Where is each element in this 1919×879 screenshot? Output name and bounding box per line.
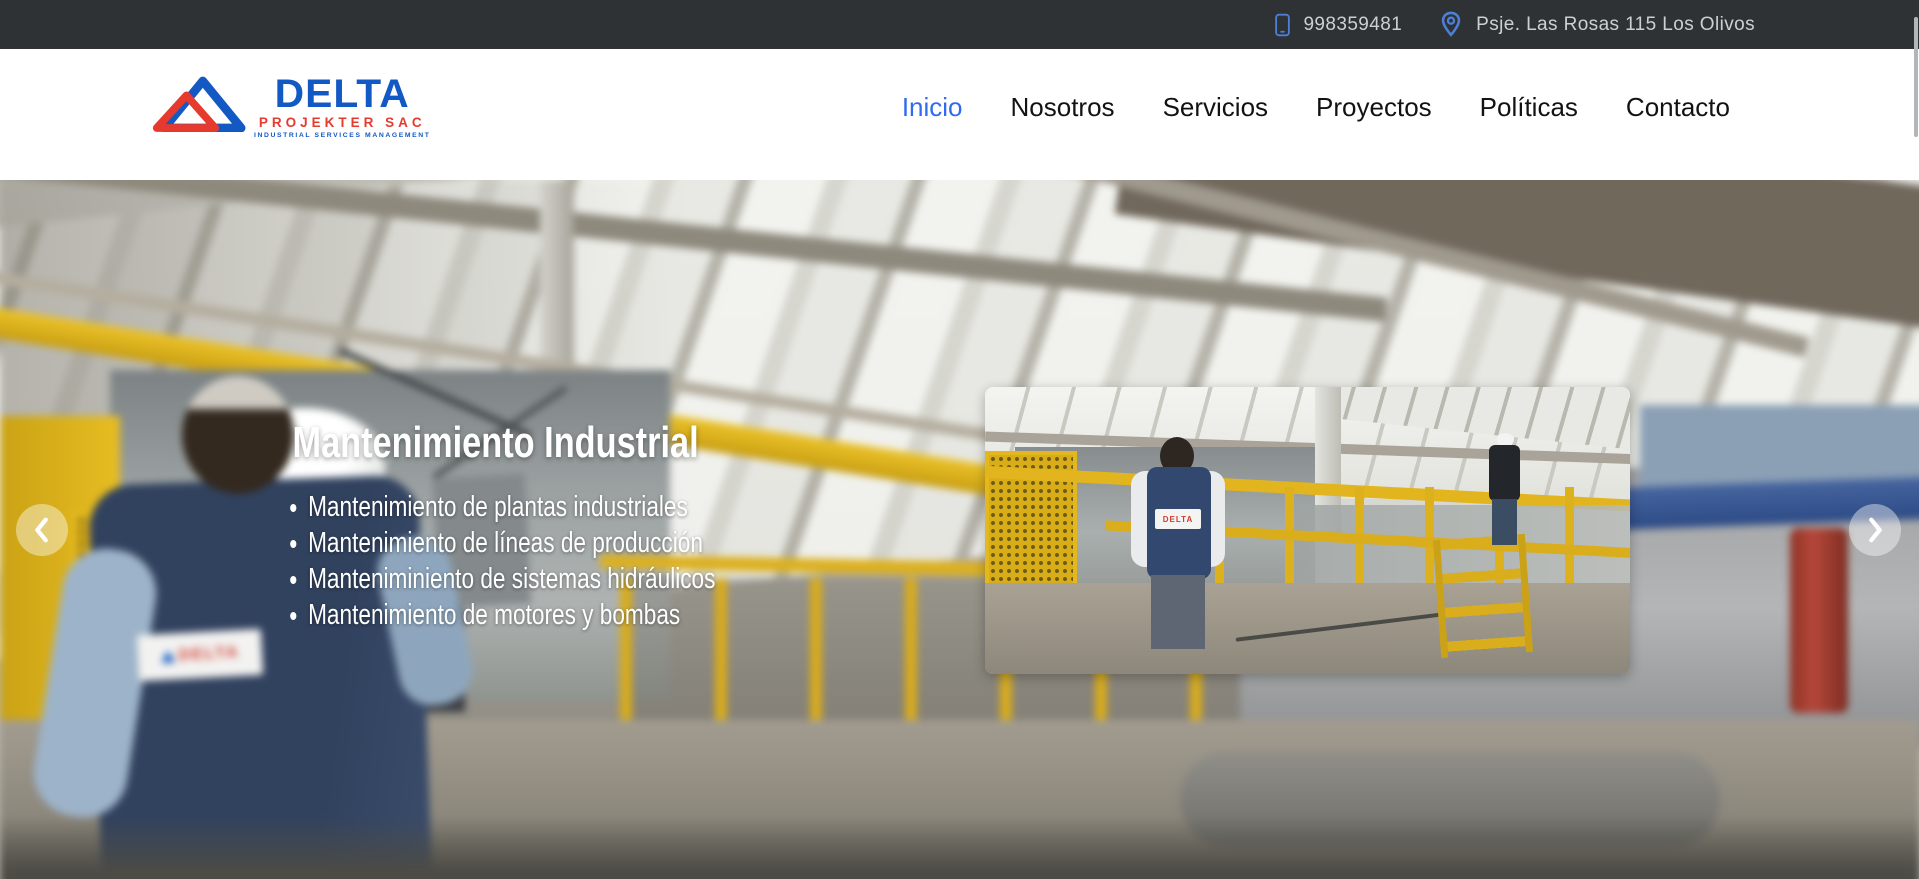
step-ladder	[1432, 533, 1534, 659]
logo-subtitle: PROJEKTER SAC	[258, 114, 426, 130]
inset-vest-delta-patch: DELTA	[1155, 509, 1201, 529]
nav-item-servicios[interactable]: Servicios	[1163, 92, 1268, 123]
nav-item-inicio[interactable]: Inicio	[902, 92, 963, 123]
logo[interactable]: DELTA PROJEKTER SAC INDUSTRIAL SERVICES …	[150, 72, 431, 139]
site-header: DELTA PROJEKTER SAC INDUSTRIAL SERVICES …	[0, 49, 1919, 180]
hero-bullet-list: Mantenimiento de plantas industrialesMan…	[280, 489, 982, 633]
nav-item-nosotros[interactable]: Nosotros	[1011, 92, 1115, 123]
phone-number: 998359481	[1303, 13, 1403, 35]
nav-item-proyectos[interactable]: Proyectos	[1316, 92, 1432, 123]
logo-tagline: INDUSTRIAL SERVICES MANAGEMENT	[254, 131, 431, 139]
hero-bullet-item: Mantenimiento de líneas de producción	[308, 525, 982, 561]
nav-item-contacto[interactable]: Contacto	[1626, 92, 1730, 123]
chevron-right-icon	[1869, 517, 1882, 543]
page-scrollbar[interactable]	[1914, 0, 1919, 879]
logo-name: DELTA	[274, 72, 410, 117]
topbar: 998359481 Psje. Las Rosas 115 Los Olivos	[0, 0, 1919, 49]
nav-item-politicas[interactable]: Políticas	[1480, 92, 1578, 123]
location-pin-icon	[1441, 11, 1461, 37]
address-contact[interactable]: Psje. Las Rosas 115 Los Olivos	[1438, 11, 1755, 39]
hero-bullet-item: Manteniminiento de sistemas hidráulicos	[308, 561, 982, 597]
logo-triangle-icon	[152, 76, 246, 133]
phone-icon	[1275, 13, 1291, 36]
hero-title: Mantenimiento Industrial	[292, 418, 699, 467]
hero-bullet-item: Mantenimiento de motores y bombas	[308, 597, 982, 633]
carousel-next-button[interactable]	[1849, 504, 1901, 556]
hero-slide-content: Mantenimiento Industrial Mantenimiento d…	[280, 418, 982, 633]
phone-contact[interactable]: 998359481	[1274, 12, 1402, 38]
hero-carousel: DELTA DELTA Mantenimiento Industrial • M…	[0, 180, 1919, 879]
main-nav: Inicio Nosotros Servicios Proyectos Polí…	[902, 92, 1730, 123]
address-text: Psje. Las Rosas 115 Los Olivos	[1476, 13, 1755, 35]
carousel-prev-button[interactable]	[16, 504, 68, 556]
vest-delta-patch: DELTA	[136, 628, 264, 682]
hero-inset-photo: DELTA	[985, 387, 1630, 674]
hero-bullet-item: Mantenimiento de plantas industriales	[308, 489, 982, 525]
chevron-left-icon	[35, 517, 48, 543]
inset-distant-worker	[1489, 445, 1520, 501]
scrollbar-thumb[interactable]	[1914, 17, 1918, 137]
